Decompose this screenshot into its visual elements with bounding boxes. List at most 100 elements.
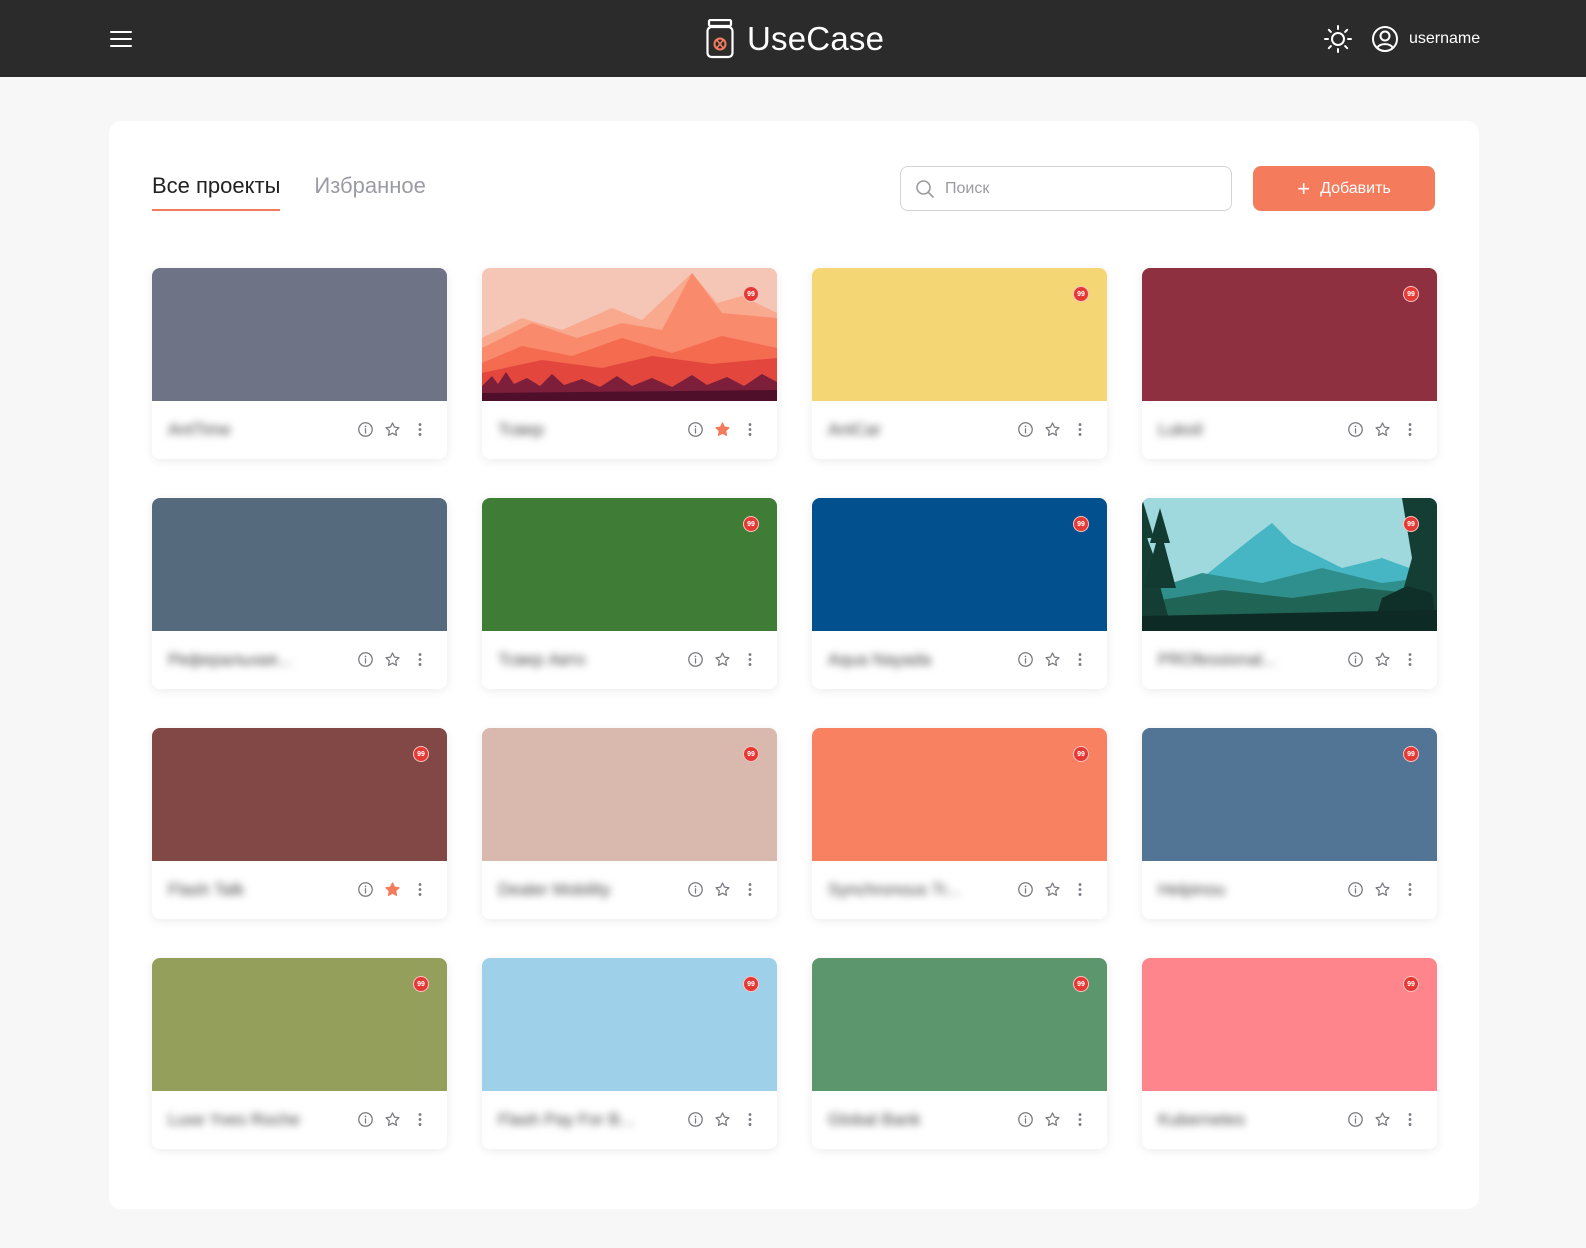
star-icon[interactable] <box>383 420 402 439</box>
project-card[interactable]: 99 Dealer Mobility <box>482 728 777 919</box>
more-vertical-icon[interactable] <box>740 1110 759 1129</box>
notification-badge: 99 <box>743 746 759 762</box>
more-vertical-icon[interactable] <box>410 880 429 899</box>
projects-panel: Все проекты Избранное + Добавить AntTime… <box>109 121 1479 1209</box>
info-icon[interactable] <box>356 1110 375 1129</box>
user-avatar-icon <box>1372 26 1398 52</box>
star-icon[interactable] <box>1043 420 1062 439</box>
more-vertical-icon[interactable] <box>1070 650 1089 669</box>
card-actions <box>686 420 759 439</box>
star-icon[interactable] <box>1043 1110 1062 1129</box>
star-icon[interactable] <box>1373 420 1392 439</box>
star-icon[interactable] <box>1373 650 1392 669</box>
project-card[interactable]: 99 Synchronous Tr... <box>812 728 1107 919</box>
star-filled-icon[interactable] <box>383 880 402 899</box>
project-cover: 99 <box>812 498 1107 631</box>
add-project-button[interactable]: + Добавить <box>1253 166 1435 211</box>
search-box <box>900 166 1232 211</box>
tab-all-projects[interactable]: Все проекты <box>152 173 281 211</box>
info-icon[interactable] <box>1016 880 1035 899</box>
more-vertical-icon[interactable] <box>1400 1110 1419 1129</box>
more-vertical-icon[interactable] <box>1400 650 1419 669</box>
info-icon[interactable] <box>1016 420 1035 439</box>
more-vertical-icon[interactable] <box>1070 420 1089 439</box>
more-vertical-icon[interactable] <box>410 420 429 439</box>
card-actions <box>356 650 429 669</box>
info-icon[interactable] <box>1016 1110 1035 1129</box>
info-icon[interactable] <box>1346 650 1365 669</box>
project-name: Dealer Mobility <box>498 880 611 899</box>
project-card[interactable]: 99 Kubernetes <box>1142 958 1437 1149</box>
project-card[interactable]: 99 Тсвер Авто <box>482 498 777 689</box>
more-vertical-icon[interactable] <box>410 1110 429 1129</box>
star-filled-icon[interactable] <box>713 420 732 439</box>
project-name: Aqua Nayada <box>828 650 932 669</box>
project-card[interactable]: Реферальная... <box>152 498 447 689</box>
more-vertical-icon[interactable] <box>740 420 759 439</box>
info-icon[interactable] <box>686 420 705 439</box>
project-card-footer: Flash Talk <box>152 861 447 919</box>
notification-badge: 99 <box>1073 516 1089 532</box>
card-actions <box>1346 650 1419 669</box>
search-input[interactable] <box>945 179 1205 198</box>
project-card[interactable]: 99 Flash Talk <box>152 728 447 919</box>
more-vertical-icon[interactable] <box>740 650 759 669</box>
forest-illustration <box>1142 498 1437 631</box>
notification-badge: 99 <box>1403 746 1419 762</box>
more-vertical-icon[interactable] <box>410 650 429 669</box>
project-cover: 99 <box>152 728 447 861</box>
username-label: username <box>1409 30 1481 47</box>
project-card-footer: AntTime <box>152 401 447 459</box>
star-icon[interactable] <box>713 880 732 899</box>
more-vertical-icon[interactable] <box>1070 1110 1089 1129</box>
project-cover: 99 <box>482 498 777 631</box>
sun-icon[interactable] <box>1323 24 1353 54</box>
more-vertical-icon[interactable] <box>1400 420 1419 439</box>
notification-badge: 99 <box>743 286 759 302</box>
info-icon[interactable] <box>686 1110 705 1129</box>
star-icon[interactable] <box>1373 1110 1392 1129</box>
app-logo[interactable]: UseCase <box>705 16 884 62</box>
info-icon[interactable] <box>356 880 375 899</box>
more-vertical-icon[interactable] <box>740 880 759 899</box>
project-name: Тсвер <box>498 420 544 439</box>
more-vertical-icon[interactable] <box>1400 880 1419 899</box>
notification-badge: 99 <box>1073 286 1089 302</box>
info-icon[interactable] <box>686 650 705 669</box>
info-icon[interactable] <box>1346 880 1365 899</box>
project-card[interactable]: 99 Lukoil <box>1142 268 1437 459</box>
star-icon[interactable] <box>1043 650 1062 669</box>
project-tabs: Все проекты Избранное <box>152 173 426 211</box>
notification-badge: 99 <box>1403 286 1419 302</box>
project-card[interactable]: AntTime <box>152 268 447 459</box>
notification-badge: 99 <box>413 746 429 762</box>
star-icon[interactable] <box>713 650 732 669</box>
project-card[interactable]: 99 Luxe Yves Roche <box>152 958 447 1149</box>
project-cover <box>152 498 447 631</box>
project-card[interactable]: 99 PROfessional... <box>1142 498 1437 689</box>
info-icon[interactable] <box>1346 420 1365 439</box>
star-icon[interactable] <box>713 1110 732 1129</box>
more-vertical-icon[interactable] <box>1070 880 1089 899</box>
user-menu[interactable]: username <box>1371 24 1480 54</box>
tab-favorites[interactable]: Избранное <box>314 173 426 211</box>
project-card[interactable]: 99 Aqua Nayada <box>812 498 1107 689</box>
project-card[interactable]: 99 Global Bank <box>812 958 1107 1149</box>
info-icon[interactable] <box>686 880 705 899</box>
project-card[interactable]: 99 Flash Pay For B... <box>482 958 777 1149</box>
project-cover: 99 <box>482 268 777 401</box>
info-icon[interactable] <box>356 650 375 669</box>
info-icon[interactable] <box>1346 1110 1365 1129</box>
project-card[interactable]: 99 Helpinou <box>1142 728 1437 919</box>
info-icon[interactable] <box>356 420 375 439</box>
star-icon[interactable] <box>1373 880 1392 899</box>
project-card[interactable]: 99 AntCar <box>812 268 1107 459</box>
star-icon[interactable] <box>383 1110 402 1129</box>
star-icon[interactable] <box>1043 880 1062 899</box>
hamburger-menu-icon[interactable] <box>106 24 136 54</box>
star-icon[interactable] <box>383 650 402 669</box>
card-actions <box>1016 1110 1089 1129</box>
info-icon[interactable] <box>1016 650 1035 669</box>
project-card[interactable]: 99 Тсвер <box>482 268 777 459</box>
notification-badge: 99 <box>743 976 759 992</box>
